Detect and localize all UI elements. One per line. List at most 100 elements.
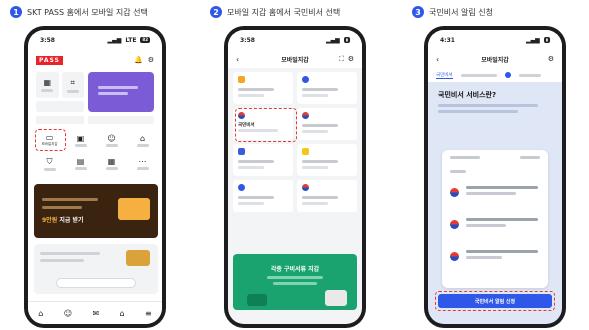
pass-logo: PASS [36,55,63,65]
national-secretary-highlight [235,108,297,142]
phone-1: 3:58 ▂▄▆ LTE 82 PASS 🔔 ⚙ ▦ ⌗ ▭ 모바일지갑 ▣ ☺… [24,26,166,328]
wallet-card[interactable] [297,180,357,212]
tab-2[interactable] [460,73,497,77]
info-card-button[interactable] [56,278,136,288]
sub-row-left[interactable] [36,116,84,124]
document-wallet-banner[interactable]: 각종 구비서류 지갑 [233,254,357,310]
battery-icon: ▮ [543,37,550,43]
banner-title: 각종 구비서류 지갑 [270,266,320,273]
menu-item-5[interactable]: ⛉ [34,154,65,175]
step-3-caption: 3 국민비서 알림 신청 [412,6,493,18]
menu-item-7[interactable]: ▦ [96,154,127,175]
card-icon-shield-2 [238,184,245,191]
scan-icon: ⌗ [70,77,75,87]
wallet-card[interactable] [233,144,293,176]
promo-highlight: 9만원 [42,217,58,224]
phone-3-screen: 4:31 ▂▄▆ ▮ ‹ 모바일지갑 ⚙ 국민비서 국민비서 서비스란? 국민비… [428,30,562,324]
id-card-icon: ▣ [76,133,85,143]
nav-shop-icon[interactable]: ⌂ [120,309,125,318]
app-header: PASS 🔔 ⚙ [36,54,154,66]
status-bar: 3:58 ▂▄▆ LTE 82 [28,30,162,50]
bottom-nav: ⌂ ☺ ✉ ⌂ ≡ [28,301,162,324]
laptop-illustration-icon [325,290,347,306]
expand-icon[interactable]: ⛶ [339,55,344,64]
wallet-card[interactable] [297,144,357,176]
network-label: LTE [125,36,137,44]
promo-banner[interactable]: 9만원 지금 받기 [34,184,158,238]
nav-header: ‹ 모바일지갑 ⛶ ⚙ [228,50,362,68]
phone-2: 3:58 ▂▄▆ ▮ ‹ 모바일지갑 ⛶ ⚙ 국민비서 각종 구비서류 지갑 [224,26,366,328]
wallet-card-grid: 국민비서 [233,72,357,248]
wallet-highlight [35,129,66,151]
notification-item[interactable] [448,246,542,270]
status-bar: 3:58 ▂▄▆ ▮ [228,30,362,50]
service-heading: 국민비서 서비스란? [438,91,497,99]
tab-national-secretary[interactable]: 국민비서 [436,72,453,79]
menu-item-8[interactable]: ⋯ [127,154,158,175]
signal-icon: ▂▄▆ [325,36,340,44]
tab-3-icon [504,72,511,78]
step-2-caption: 2 모바일 지갑 홈에서 국민비서 선택 [210,6,340,18]
tab-3[interactable] [518,73,541,77]
nav-header: ‹ 모바일지갑 ⚙ [428,50,562,68]
card-icon-gov-2 [302,184,309,191]
card-icon-blue [238,148,245,155]
step-2-label: 모바일 지갑 홈에서 국민비서 선택 [227,7,341,17]
card-icon-yellow [302,148,309,155]
promo-headline: 지금 받기 [59,217,84,224]
info-card-image [126,250,150,266]
card-icon-shield [302,76,309,83]
menu-item-4[interactable]: ⌂ [127,130,158,151]
battery-icon: 82 [140,37,150,43]
status-time: 3:58 [40,36,55,44]
wallet-card[interactable] [297,108,357,140]
status-time: 4:31 [440,36,455,44]
quick-icons: ▦ ⌗ [36,72,84,112]
battery-icon: ▮ [343,37,350,43]
status-bar: 4:31 ▂▄▆ ▮ [428,30,562,50]
back-arrow-icon[interactable]: ‹ [436,55,439,64]
pass-auth-card[interactable] [88,72,154,112]
auth-shortcut[interactable] [36,101,84,112]
info-card[interactable] [34,244,158,294]
scan-shortcut[interactable]: ⌗ [61,72,84,98]
gear-icon[interactable]: ⚙ [548,55,554,63]
taegeuk-icon [450,188,459,197]
wallet-card[interactable] [233,72,293,104]
phone-1-screen: 3:58 ▂▄▆ LTE 82 PASS 🔔 ⚙ ▦ ⌗ ▭ 모바일지갑 ▣ ☺… [28,30,162,324]
nav-gift-icon[interactable]: ✉ [92,309,99,318]
wallet-card[interactable] [297,72,357,104]
grid-icon: ▦ [107,157,116,167]
nav-menu-icon[interactable]: ≡ [145,309,152,318]
gear-icon[interactable]: ⚙ [348,55,354,64]
promo-coupon-image [118,198,150,220]
bank-icon: ⌂ [139,133,146,143]
apply-button-highlight [435,291,555,311]
more-icon: ⋯ [138,157,147,167]
document-icon: ▤ [76,157,85,167]
step-3-label: 국민비서 알림 신청 [429,7,493,17]
notification-item[interactable] [448,214,542,238]
menu-item-2[interactable]: ▣ [65,130,96,151]
shield-icon: ⛉ [46,156,53,166]
page-title: 모바일지갑 [281,56,309,64]
taegeuk-icon [450,252,459,261]
menu-item-6[interactable]: ▤ [65,154,96,175]
step-1-caption: 1 SKT PASS 홈에서 모바일 지갑 선택 [10,6,148,18]
taegeuk-icon [450,220,459,229]
bell-icon[interactable]: 🔔 [134,56,143,64]
phone-2-screen: 3:58 ▂▄▆ ▮ ‹ 모바일지갑 ⛶ ⚙ 국민비서 각종 구비서류 지갑 [228,30,362,324]
page-title: 모바일지갑 [481,56,509,64]
step-1-label: SKT PASS 홈에서 모바일 지갑 선택 [27,7,148,17]
sub-row-right[interactable] [88,116,154,124]
menu-item-3[interactable]: ☺ [96,130,127,151]
card-icon-gov [302,112,309,119]
back-arrow-icon[interactable]: ‹ [236,55,239,64]
nav-home-icon[interactable]: ⌂ [38,309,43,318]
qr-shortcut[interactable]: ▦ [36,72,59,98]
nav-chat-icon[interactable]: ☺ [64,309,72,318]
gear-icon[interactable]: ⚙ [148,56,154,64]
phone-illustration-icon [247,294,267,306]
wallet-card[interactable] [233,180,293,212]
notification-item[interactable] [448,182,542,206]
